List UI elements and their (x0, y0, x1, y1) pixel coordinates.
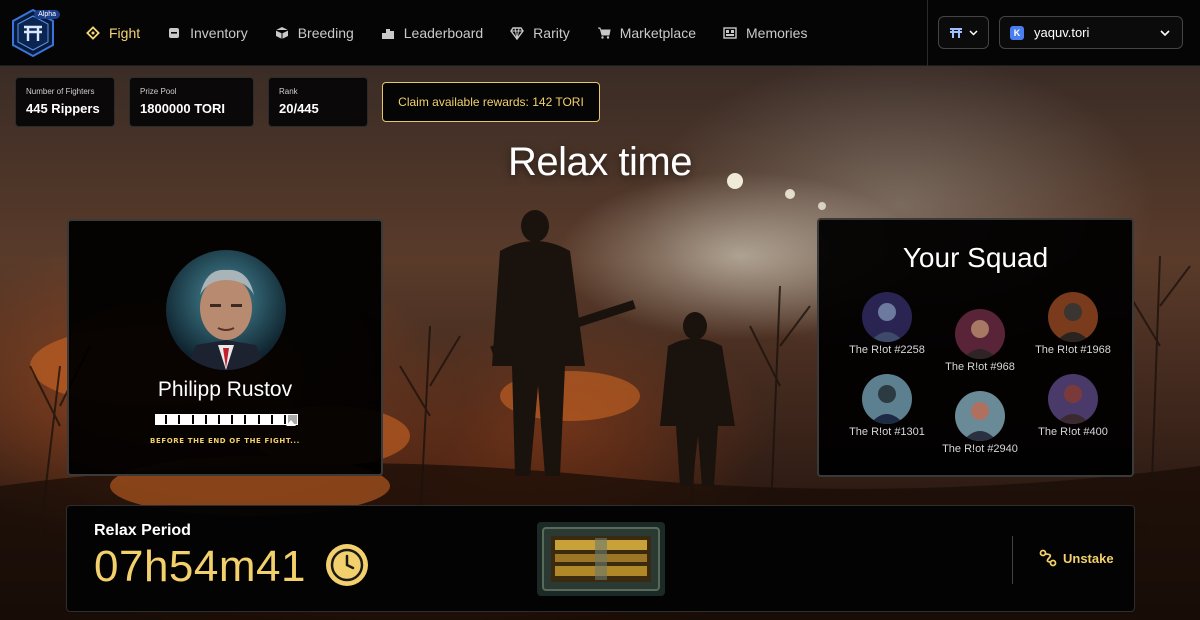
squad-member[interactable]: The R!ot #1301 (842, 374, 932, 438)
wallet-avatar: K (1010, 25, 1024, 40)
squad-member-name: The R!ot #2940 (942, 443, 1018, 455)
chevron-down-icon (1160, 30, 1170, 37)
squad-member-avatar (955, 391, 1005, 441)
header-divider (927, 0, 928, 66)
nav-inventory-label: Inventory (190, 25, 248, 41)
nav-memories[interactable]: Memories (723, 25, 807, 41)
squad-member-name: The R!ot #2258 (849, 344, 925, 356)
squad-member[interactable]: The R!ot #400 (1028, 374, 1118, 438)
inventory-icon (167, 26, 181, 40)
stat-label: Prize Pool (140, 87, 177, 96)
nav-rarity-label: Rarity (533, 25, 570, 41)
chevron-down-icon (969, 29, 978, 36)
network-logo-icon (950, 27, 962, 38)
squad-member-name: The R!ot #1301 (849, 426, 925, 438)
alpha-badge: Alpha (34, 10, 60, 19)
squad-member[interactable]: The R!ot #2940 (935, 391, 1025, 455)
claim-rewards-button[interactable]: Claim available rewards: 142 TORI (382, 82, 600, 122)
opponent-avatar (166, 250, 286, 370)
squad-member-avatar (1048, 374, 1098, 424)
relax-period-label: Relax Period (94, 522, 191, 539)
unstake-label: Unstake (1063, 550, 1114, 566)
squad-member-avatar (862, 292, 912, 342)
squad-member[interactable]: The R!ot #1968 (1028, 292, 1118, 356)
opponent-name: Philipp Rustov (157, 378, 293, 401)
opponent-card: Philipp Rustov BEFORE THE END OF THE FIG… (67, 219, 383, 476)
leaderboard-icon (381, 26, 395, 40)
stat-value: 445 Rippers (26, 101, 100, 116)
squad-member-avatar (862, 374, 912, 424)
fight-note: BEFORE THE END OF THE FIGHT... (150, 437, 300, 445)
clock-icon (326, 544, 368, 586)
stat-label: Number of Fighters (26, 87, 95, 96)
relax-period-bar: Relax Period 07h54m41 Unstake (66, 505, 1135, 612)
stat-rank: Rank 20/445 (268, 77, 368, 127)
nav-fight[interactable]: Fight (86, 25, 140, 41)
squad-member[interactable]: The R!ot #968 (935, 309, 1025, 373)
stat-fighters: Number of Fighters 445 Rippers (15, 77, 115, 127)
nav-memories-label: Memories (746, 25, 808, 41)
nav-marketplace[interactable]: Marketplace (597, 25, 696, 41)
squad-member-name: The R!ot #968 (945, 361, 1015, 373)
nav-breeding[interactable]: Breeding (275, 25, 354, 41)
nav-inventory[interactable]: Inventory (167, 25, 248, 41)
breeding-icon (275, 26, 289, 40)
squad-member[interactable]: The R!ot #2258 (842, 292, 932, 356)
squad-title: Your Squad (902, 242, 1049, 273)
opponent-health-bar (155, 414, 298, 425)
main-nav: Fight Inventory Breeding Leaderboard Rar… (86, 0, 834, 66)
squad-member-name: The R!ot #400 (1038, 426, 1108, 438)
wallet-name: yaquv.tori (1034, 25, 1090, 40)
nav-rarity[interactable]: Rarity (510, 25, 570, 41)
memories-icon (723, 26, 737, 40)
marketplace-icon (597, 26, 611, 40)
nav-breeding-label: Breeding (297, 25, 354, 41)
nav-leaderboard-label: Leaderboard (403, 25, 484, 41)
nav-fight-label: Fight (109, 25, 141, 41)
stat-value: 20/445 (279, 101, 319, 116)
squad-member-name: The R!ot #1968 (1035, 344, 1111, 356)
stat-value: 1800000 TORI (140, 101, 226, 116)
rarity-icon (510, 26, 525, 40)
squad-member-avatar (955, 309, 1005, 359)
nav-marketplace-label: Marketplace (619, 25, 696, 41)
nav-leaderboard[interactable]: Leaderboard (381, 25, 483, 41)
top-navbar: Alpha Fight Inventory Breeding Leaderboa… (0, 0, 1200, 66)
page-title: Relax time (508, 140, 692, 184)
app-logo[interactable]: Alpha (8, 8, 60, 58)
stat-prize-pool: Prize Pool 1800000 TORI (129, 77, 254, 127)
vault-image (537, 522, 665, 596)
network-selector[interactable] (938, 16, 989, 49)
wallet-selector[interactable]: K yaquv.tori (999, 16, 1183, 49)
fight-icon (86, 26, 100, 40)
squad-member-avatar (1048, 292, 1098, 342)
countdown-timer: 07h54m41 (94, 542, 306, 591)
unstake-icon (1039, 549, 1057, 567)
stat-label: Rank (279, 87, 298, 96)
unstake-button[interactable]: Unstake (1039, 549, 1114, 567)
health-marker-icon (286, 420, 296, 426)
divider (1012, 536, 1013, 584)
squad-card: Your Squad The R!ot #2258 The R!ot #968 … (817, 218, 1134, 477)
